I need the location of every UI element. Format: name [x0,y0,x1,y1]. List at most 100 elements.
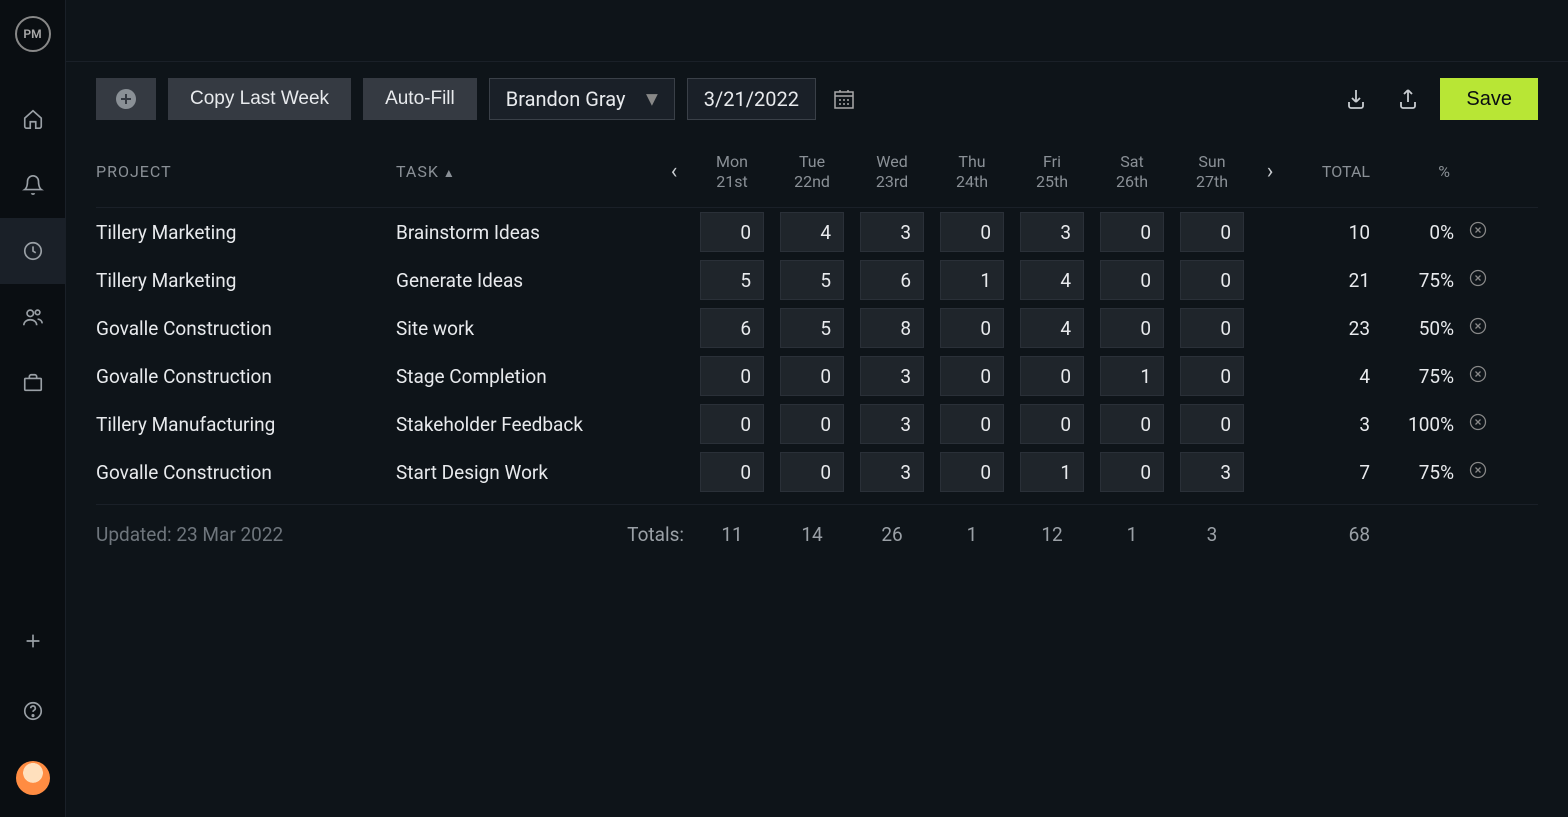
hour-input[interactable]: 3 [860,212,924,252]
table-row: Govalle ConstructionStage Completion0030… [96,352,1538,400]
close-circle-icon [1468,268,1488,288]
day-header-4: Fri25th [1012,152,1092,190]
hour-input[interactable]: 0 [700,356,764,396]
delete-row-button[interactable] [1458,268,1498,293]
day-total: 11 [692,523,772,546]
hour-input[interactable]: 3 [1020,212,1084,252]
add-row-button[interactable] [96,78,156,120]
hour-input[interactable]: 0 [780,404,844,444]
hour-input[interactable]: 0 [700,212,764,252]
hour-input[interactable]: 0 [700,452,764,492]
sidebar-bottom [0,621,65,817]
hour-input[interactable]: 4 [780,212,844,252]
hour-input[interactable]: 0 [1100,260,1164,300]
delete-row-button[interactable] [1458,316,1498,341]
sidebar: PM [0,0,66,817]
hour-input[interactable]: 3 [860,452,924,492]
nav-notifications[interactable] [0,152,65,218]
col-task[interactable]: TASK▲ [396,162,656,181]
hour-input[interactable]: 0 [940,308,1004,348]
calendar-button[interactable] [828,78,860,120]
hour-input[interactable]: 1 [940,260,1004,300]
hour-input[interactable]: 5 [780,308,844,348]
delete-row-button[interactable] [1458,364,1498,389]
date-input[interactable]: 3/21/2022 [687,78,816,120]
hour-input[interactable]: 0 [940,212,1004,252]
clock-icon [22,240,44,262]
hour-input[interactable]: 0 [1180,404,1244,444]
project-cell: Tillery Marketing [96,269,396,292]
calendar-icon [832,87,856,111]
hour-input[interactable]: 0 [1100,212,1164,252]
hour-input[interactable]: 0 [1020,356,1084,396]
delete-row-button[interactable] [1458,412,1498,437]
export-button[interactable] [1388,79,1428,119]
hour-input[interactable]: 0 [1180,260,1244,300]
hour-input[interactable]: 0 [1100,404,1164,444]
hour-input[interactable]: 0 [780,452,844,492]
hour-input[interactable]: 0 [780,356,844,396]
hour-input[interactable]: 0 [940,404,1004,444]
hour-input[interactable]: 3 [860,356,924,396]
row-percent: 75% [1378,461,1458,484]
hour-input[interactable]: 8 [860,308,924,348]
help-icon [22,700,44,722]
copy-last-week-button[interactable]: Copy Last Week [168,78,351,120]
user-avatar[interactable] [16,761,50,795]
hour-input[interactable]: 0 [1020,404,1084,444]
export-icon [1396,87,1420,111]
hour-input[interactable]: 0 [1180,356,1244,396]
timesheet-table: PROJECT TASK▲ ‹ Mon21stTue22ndWed23rdThu… [66,136,1568,817]
day-total: 26 [852,523,932,546]
hour-input[interactable]: 6 [700,308,764,348]
day-total: 3 [1172,523,1252,546]
close-circle-icon [1468,220,1488,240]
day-header-5: Sat26th [1092,152,1172,190]
task-cell: Stage Completion [396,365,656,388]
nav-timesheet[interactable] [0,218,65,284]
close-circle-icon [1468,412,1488,432]
nav-add[interactable] [0,621,65,661]
project-cell: Govalle Construction [96,317,396,340]
row-total: 21 [1288,269,1378,292]
hour-input[interactable]: 3 [1180,452,1244,492]
table-header: PROJECT TASK▲ ‹ Mon21stTue22ndWed23rdThu… [96,136,1538,208]
delete-row-button[interactable] [1458,220,1498,245]
main-content: Copy Last Week Auto-Fill Brandon Gray ▼ … [66,0,1568,817]
save-button[interactable]: Save [1440,78,1538,120]
import-button[interactable] [1336,79,1376,119]
nav-home[interactable] [0,86,65,152]
hour-input[interactable]: 0 [940,356,1004,396]
hour-input[interactable]: 6 [860,260,924,300]
prev-week-button[interactable]: ‹ [656,159,692,184]
task-cell: Brainstorm Ideas [396,221,656,244]
hour-input[interactable]: 1 [1020,452,1084,492]
day-header-0: Mon21st [692,152,772,190]
hour-input[interactable]: 3 [860,404,924,444]
next-week-button[interactable]: › [1252,159,1288,184]
delete-row-button[interactable] [1458,460,1498,485]
hour-input[interactable]: 5 [780,260,844,300]
hour-input[interactable]: 0 [1180,212,1244,252]
hour-input[interactable]: 5 [700,260,764,300]
hour-input[interactable]: 1 [1100,356,1164,396]
hour-input[interactable]: 0 [940,452,1004,492]
col-project[interactable]: PROJECT [96,162,396,181]
nav-projects[interactable] [0,350,65,416]
table-row: Govalle ConstructionSite work65804002350… [96,304,1538,352]
project-cell: Govalle Construction [96,365,396,388]
date-value: 3/21/2022 [704,87,799,111]
hour-input[interactable]: 0 [700,404,764,444]
nav-help[interactable] [0,691,65,731]
hour-input[interactable]: 0 [1100,452,1164,492]
hour-input[interactable]: 4 [1020,260,1084,300]
user-select-value: Brandon Gray [506,87,626,111]
hour-input[interactable]: 4 [1020,308,1084,348]
hour-input[interactable]: 0 [1100,308,1164,348]
day-header-2: Wed23rd [852,152,932,190]
nav-team[interactable] [0,284,65,350]
user-select[interactable]: Brandon Gray ▼ [489,78,675,120]
hour-input[interactable]: 0 [1180,308,1244,348]
auto-fill-button[interactable]: Auto-Fill [363,78,477,120]
import-icon [1344,87,1368,111]
